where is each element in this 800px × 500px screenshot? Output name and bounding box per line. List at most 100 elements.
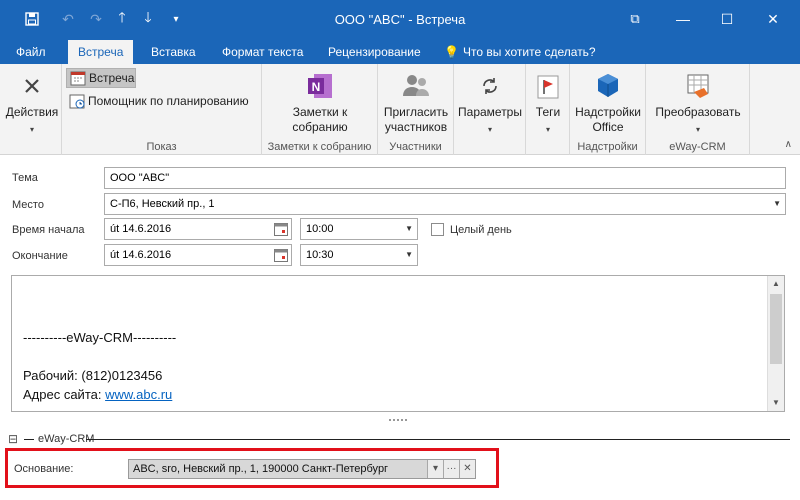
body-site-prefix: Адрес сайта: <box>23 387 106 402</box>
more-options-icon[interactable]: ··· <box>443 460 459 478</box>
chevron-down-icon: ▾ <box>29 125 34 134</box>
start-time-value: 10:00 <box>306 223 334 235</box>
tell-me-box[interactable]: 💡 Что вы хотите сделать? <box>444 40 596 64</box>
subject-label: Тема <box>12 172 38 184</box>
location-input[interactable]: С-П6, Невский пр., 1 ▼ <box>104 193 786 215</box>
tab-file[interactable]: Файл <box>6 40 56 64</box>
meeting-view-label: Встреча <box>89 71 135 85</box>
calendar-icon[interactable] <box>274 222 288 236</box>
actions-button[interactable]: Действия ▾ <box>4 70 60 137</box>
group-eway-crm: Преобразовать ▾ eWay-CRM <box>646 64 750 155</box>
addins-cube-icon <box>592 70 624 102</box>
convert-button[interactable]: Преобразовать ▾ <box>650 70 746 137</box>
tab-format-text[interactable]: Формат текста <box>212 40 313 64</box>
group-addins: Надстройки Office Надстройки <box>570 64 646 155</box>
options-button[interactable]: Параметры ▾ <box>456 70 524 137</box>
tab-meeting[interactable]: Встреча <box>68 40 134 64</box>
flag-icon <box>532 70 564 102</box>
meeting-notes-label-1: Заметки к <box>292 105 348 119</box>
start-date-value: út 14.6.2016 <box>110 223 172 235</box>
calendar-icon <box>70 71 86 86</box>
options-label: Параметры <box>458 105 522 119</box>
body-site-link[interactable]: www.abc.ru <box>105 387 172 402</box>
ribbon-tabs: Файл Встреча Вставка Формат текста Рецен… <box>0 40 800 64</box>
scheduling-icon <box>69 94 85 109</box>
basis-label: Основание: <box>14 463 74 475</box>
people-icon <box>400 70 432 102</box>
scheduling-assistant-button[interactable]: Помощник по планированию <box>66 91 258 111</box>
group-attendees-label: Участники <box>389 141 442 153</box>
ribbon: Действия ▾ Встреча Помощник по планирова… <box>0 64 800 155</box>
tell-me-text: Что вы хотите сделать? <box>462 45 596 59</box>
all-day-label: Целый день <box>450 224 512 236</box>
scroll-up-icon[interactable]: ▲ <box>768 276 784 292</box>
meeting-notes-button[interactable]: N Заметки к собранию <box>270 70 370 135</box>
group-meeting-notes-label: Заметки к собранию <box>267 141 372 153</box>
group-addins-label: Надстройки <box>577 141 638 153</box>
group-show-label: Показ <box>146 141 177 153</box>
body-site: Адрес сайта: www.abc.ru <box>23 387 172 402</box>
basis-value: ABC, sro, Невский пр., 1, 190000 Санкт-П… <box>133 463 389 475</box>
lightbulb-icon: 💡 <box>444 45 459 59</box>
svg-text:N: N <box>312 80 321 94</box>
invite-attendees-button[interactable]: Пригласить участников <box>382 70 450 135</box>
office-addins-button[interactable]: Надстройки Office <box>572 70 644 135</box>
chevron-down-icon[interactable]: ▼ <box>773 194 781 214</box>
collapse-ribbon-icon[interactable]: ∧ <box>785 139 792 150</box>
eway-section-header: ⊟ eWay-CRM <box>0 432 800 448</box>
scheduling-assistant-label: Помощник по планированию <box>88 94 249 108</box>
office-addins-label-1: Надстройки <box>575 105 641 119</box>
close-button[interactable]: ✕ <box>758 8 788 30</box>
scroll-down-icon[interactable]: ▼ <box>768 395 784 411</box>
calendar-icon[interactable] <box>274 248 288 262</box>
body-phone: Рабочий: (812)0123456 <box>23 368 163 383</box>
tab-review[interactable]: Рецензирование <box>318 40 431 64</box>
group-meeting-notes: N Заметки к собранию Заметки к собранию <box>262 64 378 155</box>
pane-splitter[interactable] <box>0 414 800 424</box>
all-day-checkbox[interactable] <box>431 223 444 236</box>
location-value: С-П6, Невский пр., 1 <box>110 198 215 210</box>
refresh-icon <box>474 70 506 102</box>
divider <box>86 439 790 440</box>
actions-label: Действия <box>5 105 59 119</box>
end-time-value: 10:30 <box>306 249 334 261</box>
chevron-down-icon[interactable]: ▼ <box>405 219 413 239</box>
end-date-input[interactable]: út 14.6.2016 <box>104 244 292 266</box>
end-date-value: út 14.6.2016 <box>110 249 172 261</box>
group-eway-crm-label: eWay-CRM <box>669 141 726 153</box>
tab-insert[interactable]: Вставка <box>141 40 206 64</box>
meeting-notes-label-2: собранию <box>292 120 348 134</box>
body-separator: ----------eWay-CRM---------- <box>23 330 177 345</box>
basis-combo[interactable]: ABC, sro, Невский пр., 1, 190000 Санкт-П… <box>128 459 476 479</box>
start-time-label: Время начала <box>12 224 85 236</box>
chevron-down-icon: ▾ <box>695 125 700 134</box>
invite-attendees-label-1: Пригласить <box>383 105 449 119</box>
group-attendees: Пригласить участников Участники <box>378 64 454 155</box>
chevron-down-icon[interactable]: ▾ <box>427 460 443 478</box>
start-date-input[interactable]: út 14.6.2016 <box>104 218 292 240</box>
clear-icon[interactable]: ✕ <box>459 460 475 478</box>
end-time-input[interactable]: 10:30 ▼ <box>300 244 418 266</box>
group-tags: Теги ▾ <box>526 64 570 155</box>
convert-icon <box>682 70 714 102</box>
title-bar: ↶ ↷ 🡑 🡓 ▾ ООО "ABC" - Встреча ⧉ — ☐ ✕ <box>0 0 800 40</box>
group-options: Параметры ▾ <box>454 64 526 155</box>
chevron-down-icon[interactable]: ▼ <box>405 245 413 265</box>
tags-button[interactable]: Теги ▾ <box>528 70 568 137</box>
divider <box>24 439 34 440</box>
meeting-view-button[interactable]: Встреча <box>66 68 136 88</box>
chevron-down-icon: ▾ <box>545 125 550 134</box>
group-actions: Действия ▾ <box>0 64 62 155</box>
subject-input[interactable]: ООО "ABC" <box>104 167 786 189</box>
office-addins-label-2: Office <box>592 120 624 134</box>
delete-x-icon <box>16 70 48 102</box>
scroll-thumb[interactable] <box>770 294 782 364</box>
onenote-icon: N <box>304 70 336 102</box>
collapse-icon[interactable]: ⊟ <box>8 432 18 446</box>
start-time-input[interactable]: 10:00 ▼ <box>300 218 418 240</box>
ribbon-display-options-icon[interactable]: ⧉ <box>620 8 650 30</box>
maximize-button[interactable]: ☐ <box>712 8 742 30</box>
message-body[interactable]: ----------eWay-CRM---------- Рабочий: (8… <box>11 275 785 412</box>
body-scrollbar[interactable]: ▲ ▼ <box>767 276 784 411</box>
minimize-button[interactable]: — <box>668 8 698 30</box>
